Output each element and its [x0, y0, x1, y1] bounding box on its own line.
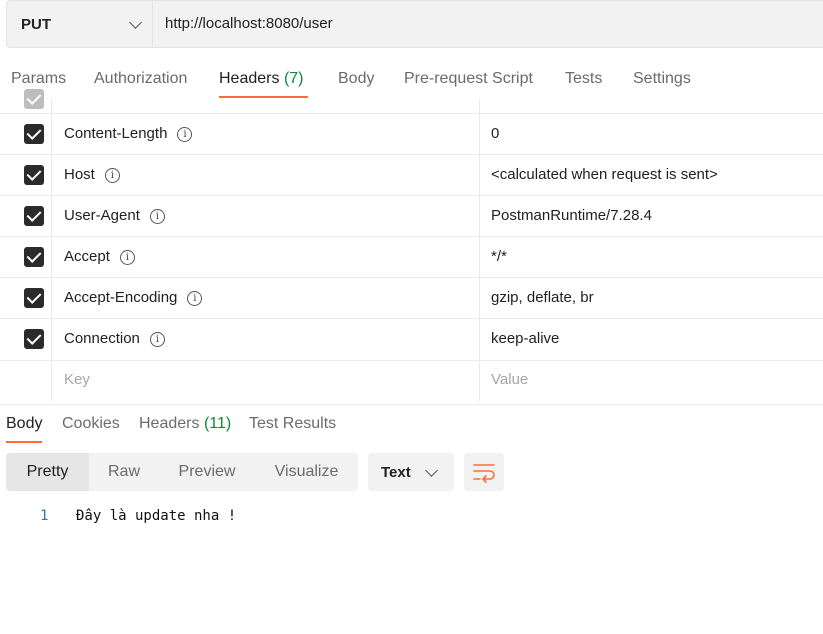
checkbox[interactable]	[24, 288, 44, 308]
header-value[interactable]: 0	[491, 125, 499, 142]
table-row: Host i <calculated when request is sent>	[0, 154, 823, 196]
table-row: Accept-Encoding i gzip, deflate, br	[0, 277, 823, 319]
header-value[interactable]: */*	[491, 248, 507, 265]
chevron-down-icon	[425, 464, 438, 477]
response-tab-body[interactable]: Body	[6, 415, 42, 433]
request-tabs: Params Authorization Headers (7) Body Pr…	[0, 66, 823, 100]
info-icon[interactable]: i	[149, 209, 165, 224]
header-value[interactable]: keep-alive	[491, 330, 559, 347]
header-key[interactable]: User-Agent i	[64, 207, 165, 224]
header-key[interactable]: Accept i	[64, 248, 135, 265]
table-row: Accept i */*	[0, 236, 823, 278]
response-tabs: Body Cookies Headers (11) Test Results	[0, 404, 823, 445]
checkbox[interactable]	[24, 124, 44, 144]
checkbox[interactable]	[24, 329, 44, 349]
table-row: Connection i keep-alive	[0, 318, 823, 361]
wrap-lines-button[interactable]	[464, 453, 504, 491]
method-label: PUT	[21, 15, 51, 33]
response-tab-headers[interactable]: Headers (11)	[139, 415, 231, 433]
tab-authorization[interactable]: Authorization	[94, 70, 187, 88]
table-row: Content-Length i 0	[0, 113, 823, 155]
chevron-down-icon	[129, 16, 142, 29]
checkbox[interactable]	[24, 247, 44, 267]
header-value[interactable]: gzip, deflate, br	[491, 289, 594, 306]
table-row-new: Key Value	[0, 360, 823, 401]
tab-params[interactable]: Params	[11, 70, 66, 88]
checkbox[interactable]	[24, 89, 44, 109]
response-headers-count: (11)	[203, 415, 232, 432]
table-row: User-Agent i PostmanRuntime/7.28.4	[0, 195, 823, 237]
response-tab-cookies[interactable]: Cookies	[62, 415, 120, 433]
checkbox[interactable]	[24, 165, 44, 185]
header-key[interactable]: Content-Length i	[64, 125, 193, 142]
format-select[interactable]: Text	[368, 453, 454, 491]
url-bar: PUT http://localhost:8080/user	[6, 0, 823, 48]
header-key[interactable]: Host i	[64, 166, 120, 183]
code-line: Đây là update nha !	[76, 508, 237, 524]
key-input[interactable]: Key	[64, 371, 90, 388]
header-key[interactable]: Connection i	[64, 330, 165, 347]
table-row-partial	[0, 89, 823, 114]
view-preview-button[interactable]: Preview	[159, 453, 255, 491]
info-icon[interactable]: i	[177, 127, 193, 142]
tab-body[interactable]: Body	[338, 70, 374, 88]
header-value[interactable]: PostmanRuntime/7.28.4	[491, 207, 652, 224]
tab-settings[interactable]: Settings	[633, 70, 691, 88]
headers-count: (7)	[283, 70, 304, 87]
tab-pre-request-script[interactable]: Pre-request Script	[404, 70, 533, 88]
format-label: Text	[381, 464, 411, 481]
view-raw-button[interactable]: Raw	[89, 453, 159, 491]
method-select[interactable]: PUT	[7, 1, 153, 47]
line-number: 1	[40, 508, 49, 524]
active-tab-indicator	[219, 96, 308, 98]
info-icon[interactable]: i	[119, 250, 135, 265]
header-key[interactable]: Accept-Encoding i	[64, 289, 203, 306]
info-icon[interactable]: i	[104, 168, 120, 183]
info-icon[interactable]: i	[149, 332, 165, 347]
url-input[interactable]: http://localhost:8080/user	[165, 15, 333, 32]
response-tab-test-results[interactable]: Test Results	[249, 415, 336, 433]
tab-tests[interactable]: Tests	[565, 70, 602, 88]
wrap-lines-icon	[473, 464, 495, 483]
header-value[interactable]: <calculated when request is sent>	[491, 166, 718, 183]
checkbox[interactable]	[24, 206, 44, 226]
view-pretty-button[interactable]: Pretty	[6, 453, 89, 491]
active-response-tab-indicator	[6, 441, 42, 443]
view-mode-group: Pretty Raw Preview Visualize	[6, 453, 358, 491]
tab-headers[interactable]: Headers (7)	[219, 70, 304, 88]
info-icon[interactable]: i	[187, 291, 203, 306]
value-input[interactable]: Value	[491, 371, 528, 388]
view-visualize-button[interactable]: Visualize	[255, 453, 358, 491]
